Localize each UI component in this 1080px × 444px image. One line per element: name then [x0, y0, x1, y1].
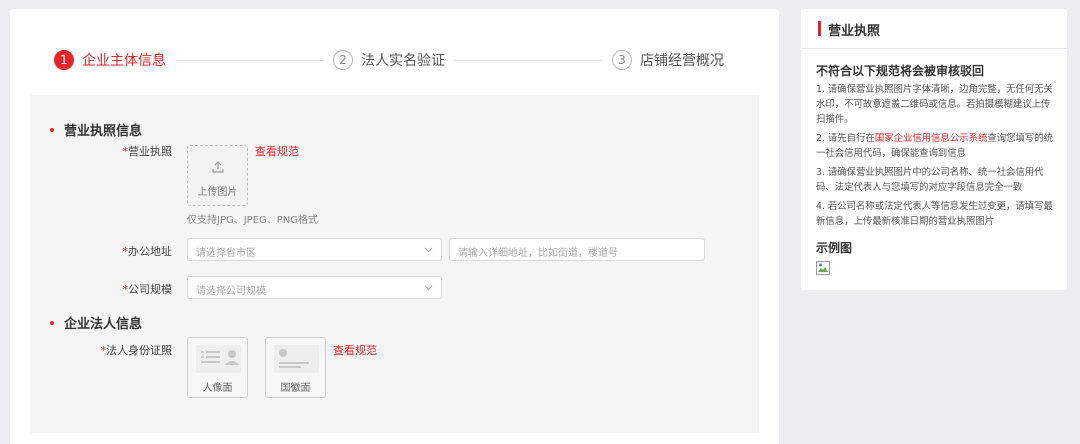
step-1-label: 企业主体信息	[82, 53, 166, 69]
chevron-down-icon	[424, 285, 433, 291]
id-card-spec-link[interactable]: 查看规范	[333, 342, 377, 358]
scale-field-label: *公司规模	[72, 281, 173, 297]
example-title: 示例图	[816, 241, 853, 255]
step-connector-2	[454, 60, 602, 61]
form-panel: 营业执照信息 *营业执照 上传图片 查看规范 仅支持JPG、JPEG、PNG格式…	[30, 95, 759, 433]
credit-system-link[interactable]: 国家企业信用信息公示系统	[875, 133, 988, 144]
guide-card-title: 营业执照	[828, 24, 881, 39]
id-card-front-text: 人像面	[202, 383, 233, 394]
guide-subtitle: 不符合以下规范将会被审核驳回	[816, 64, 985, 78]
header-accent-bar	[818, 21, 821, 36]
guide-rule-1: 1. 请确保营业执照图片字体清晰，边角完整，无任何无关水印，不可故意遮盖二维码或…	[816, 84, 1053, 125]
step-3-number: 3	[612, 50, 632, 70]
address-field-label-text: 办公地址	[128, 245, 172, 258]
id-card-field-label: *法人身份证照	[72, 342, 173, 358]
license-section-title: 营业执照信息	[50, 120, 142, 139]
company-scale-select[interactable]: 请选择公司规模	[187, 276, 442, 299]
section-dot-icon	[50, 127, 54, 132]
guide-rule-2-prefix: 2. 请先自行在	[816, 133, 875, 144]
id-card-field-label-text: 法人身份证照	[106, 344, 172, 357]
license-guide-card: 营业执照 不符合以下规范将会被审核驳回 1. 请确保营业执照图片字体清晰，边角完…	[801, 9, 1067, 290]
upload-text: 上传图片	[197, 187, 238, 198]
license-upload-box[interactable]: 上传图片	[187, 145, 248, 206]
id-card-back-text: 国徽面	[280, 383, 311, 394]
legal-section-title: 企业法人信息	[50, 313, 142, 332]
detail-address-input[interactable]: 请输入详细地址，比如街道，楼道号	[449, 238, 705, 261]
license-field-label-text: 营业执照	[128, 145, 172, 158]
step-2-label: 法人实名验证	[361, 53, 445, 69]
step-connector-1	[176, 60, 324, 61]
progress-steps: 1 企业主体信息 2 法人实名验证 3 店铺经营概况	[10, 9, 779, 93]
step-1[interactable]: 1 企业主体信息	[54, 50, 166, 70]
id-card-back-icon	[274, 345, 319, 373]
region-select[interactable]: 请选择省市区	[187, 238, 442, 261]
region-select-placeholder: 请选择省市区	[196, 248, 256, 259]
license-section-title-text: 营业执照信息	[64, 124, 143, 139]
id-card-front-upload[interactable]: 人像面	[187, 337, 248, 398]
license-field-label: *营业执照	[72, 143, 173, 159]
company-scale-placeholder: 请选择公司规模	[196, 286, 266, 297]
license-spec-link[interactable]: 查看规范	[255, 143, 299, 159]
detail-address-placeholder: 请输入详细地址，比如街道，楼道号	[458, 248, 618, 259]
chevron-down-icon	[424, 247, 433, 253]
step-1-number: 1	[54, 50, 74, 70]
id-card-front-icon	[196, 345, 241, 373]
scale-field-label-text: 公司规模	[128, 283, 172, 296]
guide-card-header: 营业执照	[801, 9, 1067, 49]
guide-rule-4: 4. 若公司名称或法定代表人等信息发生过变更，请填写最新信息，上传最新核准日期的…	[816, 201, 1053, 227]
address-field-label: *办公地址	[72, 243, 173, 259]
guide-rule-3: 3. 请确保营业执照图片中的公司名称、统一社会信用代码、法定代表人与您填写的对应…	[816, 167, 1044, 193]
main-card: 1 企业主体信息 2 法人实名验证 3 店铺经营概况 营业执照信息 *营业执照	[10, 9, 779, 444]
upload-icon	[212, 161, 224, 173]
legal-section-title-text: 企业法人信息	[64, 317, 143, 332]
section-dot-icon	[50, 320, 54, 325]
step-3-label: 店铺经营概况	[640, 53, 724, 69]
step-3[interactable]: 3 店铺经营概况	[612, 50, 724, 70]
guide-rule-2: 2. 请先自行在国家企业信用信息公示系统查询您填写的统一社会信用代码，确保能查询…	[816, 131, 1056, 161]
broken-image-icon	[816, 261, 830, 275]
step-2[interactable]: 2 法人实名验证	[333, 50, 445, 70]
id-card-back-upload[interactable]: 国徽面	[265, 337, 326, 398]
license-format-hint: 仅支持JPG、JPEG、PNG格式	[187, 215, 319, 226]
step-2-number: 2	[333, 50, 353, 70]
